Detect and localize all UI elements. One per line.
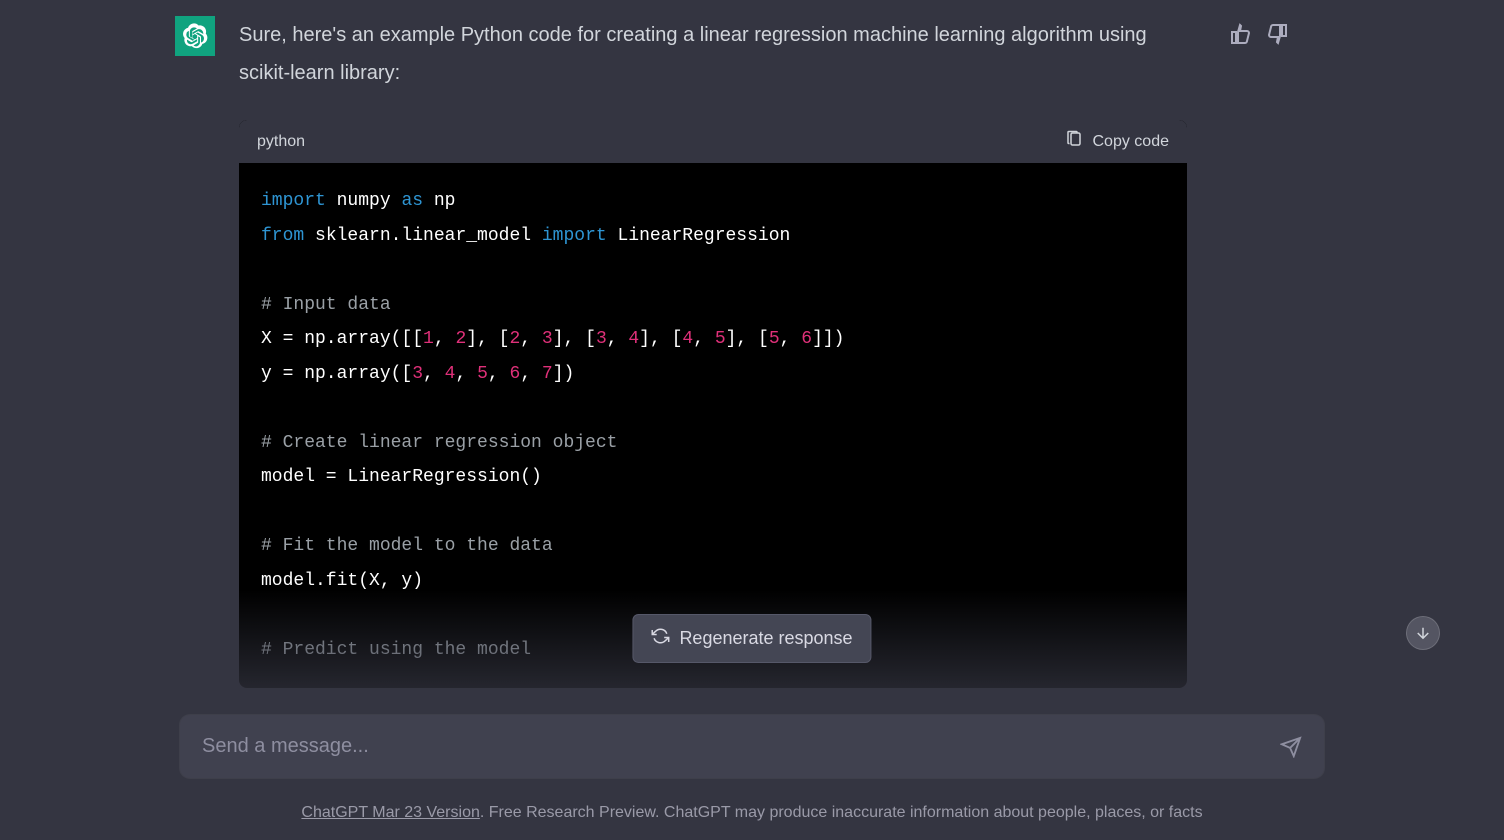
send-button[interactable] — [1280, 736, 1302, 758]
feedback-controls — [1229, 22, 1289, 46]
clipboard-icon — [1065, 130, 1083, 153]
message-text: Sure, here's an example Python code for … — [239, 16, 1199, 92]
scroll-to-bottom-button[interactable] — [1406, 616, 1440, 650]
refresh-icon — [651, 627, 669, 650]
copy-code-label: Copy code — [1093, 133, 1170, 151]
copy-code-button[interactable]: Copy code — [1065, 130, 1170, 153]
regenerate-response-button[interactable]: Regenerate response — [632, 614, 871, 663]
code-block: python Copy code import numpy as np from… — [239, 120, 1187, 688]
version-link[interactable]: ChatGPT Mar 23 Version — [301, 804, 479, 821]
message-input[interactable] — [202, 735, 1280, 758]
regenerate-label: Regenerate response — [679, 628, 852, 649]
thumbs-down-button[interactable] — [1265, 22, 1289, 46]
message-body: Sure, here's an example Python code for … — [239, 16, 1199, 688]
thumbs-up-button[interactable] — [1229, 22, 1253, 46]
chatgpt-avatar — [175, 16, 215, 56]
message-input-bar — [180, 715, 1324, 778]
code-language-label: python — [257, 133, 305, 151]
code-content: import numpy as np from sklearn.linear_m… — [239, 164, 1187, 688]
code-header: python Copy code — [239, 120, 1187, 164]
footer-disclaimer: ChatGPT Mar 23 Version. Free Research Pr… — [0, 804, 1504, 822]
assistant-message: Sure, here's an example Python code for … — [0, 0, 1504, 688]
disclaimer-text: . Free Research Preview. ChatGPT may pro… — [480, 804, 1203, 821]
